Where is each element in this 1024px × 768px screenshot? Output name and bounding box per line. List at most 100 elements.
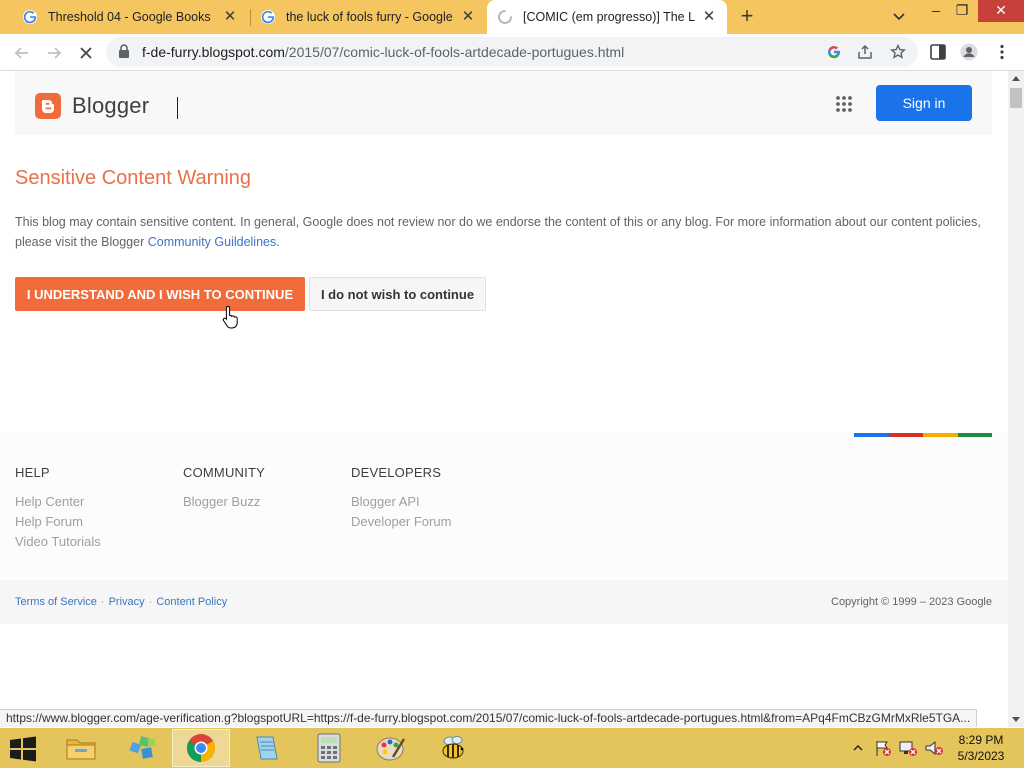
legal-links: Terms of Service · Privacy · Content Policy bbox=[15, 596, 227, 608]
bee-app-icon bbox=[442, 736, 464, 759]
browser-toolbar: f-de-furry.blogspot.com/2015/07/comic-lu… bbox=[0, 34, 1024, 71]
taskbar-calculator[interactable] bbox=[300, 729, 358, 767]
close-tab-icon[interactable]: ✕ bbox=[222, 9, 238, 25]
close-tab-icon[interactable]: ✕ bbox=[460, 9, 476, 25]
taskbar-file-explorer[interactable] bbox=[52, 729, 110, 767]
hand-pointer-cursor-icon bbox=[222, 305, 238, 329]
sign-in-button[interactable]: Sign in bbox=[876, 85, 972, 121]
content-policy-link[interactable]: Content Policy bbox=[156, 596, 227, 608]
google-icon bbox=[23, 10, 37, 24]
warning-title: Sensitive Content Warning bbox=[15, 167, 252, 189]
chrome-icon bbox=[187, 734, 215, 762]
system-tray bbox=[852, 728, 944, 768]
color-bar-green bbox=[957, 433, 992, 437]
profile-avatar-icon[interactable] bbox=[960, 43, 978, 61]
kebab-menu-icon[interactable] bbox=[993, 43, 1011, 61]
stop-loading-button[interactable] bbox=[75, 42, 97, 64]
url-path: /2015/07/comic-luck-of-fools-artdecade-p… bbox=[284, 44, 625, 60]
loading-spinner-icon bbox=[498, 10, 512, 24]
address-bar[interactable]: f-de-furry.blogspot.com/2015/07/comic-lu… bbox=[106, 37, 918, 67]
footer-column-help: HELP Help Center Help Forum Video Tutori… bbox=[15, 465, 101, 552]
share-icon[interactable] bbox=[857, 44, 873, 60]
action-center-flag-icon[interactable] bbox=[874, 739, 892, 757]
restore-icon[interactable]: ❐ bbox=[947, 0, 977, 22]
windows-taskbar: 8:29 PM 5/3/2023 bbox=[0, 728, 1024, 768]
warning-text: This blog may contain sensitive content.… bbox=[15, 212, 995, 252]
bookmark-star-icon[interactable] bbox=[890, 44, 906, 60]
taskbar-clock[interactable]: 8:29 PM 5/3/2023 bbox=[955, 732, 1007, 764]
clock-date: 5/3/2023 bbox=[957, 749, 1005, 763]
tab-threshold-books[interactable]: Threshold 04 - Google Books ✕ bbox=[12, 0, 248, 34]
blogger-wordmark[interactable]: Blogger bbox=[72, 93, 149, 119]
separator: · bbox=[148, 596, 153, 608]
google-icon bbox=[261, 10, 275, 24]
volume-muted-icon[interactable] bbox=[924, 739, 944, 757]
google-lens-icon[interactable] bbox=[826, 44, 842, 60]
arrow-left-icon bbox=[14, 47, 28, 59]
color-bar-blue bbox=[854, 433, 889, 437]
windows-start-icon[interactable] bbox=[8, 736, 38, 762]
taskbar-paint[interactable] bbox=[362, 729, 420, 767]
vertical-scrollbar[interactable] bbox=[1008, 71, 1024, 727]
footer: HELP Help Center Help Forum Video Tutori… bbox=[0, 433, 1008, 580]
decline-button[interactable]: I do not wish to continue bbox=[309, 277, 486, 311]
show-hidden-icons-chevron-icon[interactable] bbox=[852, 742, 864, 754]
community-guidelines-link[interactable]: Community Guildelines bbox=[148, 235, 277, 249]
color-bar-yellow bbox=[923, 433, 958, 437]
link-status-bar: https://www.blogger.com/age-verification… bbox=[0, 709, 978, 727]
video-tutorials-link[interactable]: Video Tutorials bbox=[15, 532, 101, 552]
copyright-text: Copyright © 1999 – 2023 Google bbox=[831, 596, 992, 608]
chevron-down-icon[interactable] bbox=[889, 8, 909, 26]
blogger-api-link[interactable]: Blogger API bbox=[351, 492, 451, 512]
close-window-icon[interactable]: ✕ bbox=[978, 0, 1024, 22]
separator: · bbox=[100, 596, 105, 608]
tab-title: Threshold 04 - Google Books bbox=[48, 10, 211, 24]
blogger-buzz-link[interactable]: Blogger Buzz bbox=[183, 492, 265, 512]
privacy-link[interactable]: Privacy bbox=[109, 596, 145, 608]
tab-strip: Threshold 04 - Google Books ✕ the luck o… bbox=[0, 0, 1024, 34]
taskbar-bee-app[interactable] bbox=[424, 729, 482, 767]
close-tab-icon[interactable]: ✕ bbox=[701, 9, 717, 25]
tab-title: [COMIC (em progresso)] The Luck bbox=[523, 10, 695, 24]
forward-button[interactable] bbox=[43, 42, 65, 64]
tab-title: the luck of fools furry - Google S bbox=[286, 10, 454, 24]
footer-heading: DEVELOPERS bbox=[351, 465, 442, 480]
google-color-bar bbox=[854, 433, 992, 437]
page-viewport: Blogger Sign in Sensitive Content Warnin… bbox=[0, 71, 1008, 727]
new-tab-button[interactable]: + bbox=[736, 5, 758, 28]
paint-icon bbox=[376, 737, 406, 761]
blogger-logo-icon[interactable] bbox=[35, 93, 61, 119]
help-center-link[interactable]: Help Center bbox=[15, 492, 101, 512]
footer-column-developers: DEVELOPERS Blogger API Developer Forum bbox=[351, 465, 451, 532]
scroll-down-arrow-icon[interactable] bbox=[1012, 717, 1020, 722]
blogger-header: Blogger Sign in bbox=[15, 71, 992, 135]
tab-luck-of-fools-search[interactable]: the luck of fools furry - Google S ✕ bbox=[250, 0, 486, 34]
help-forum-link[interactable]: Help Forum bbox=[15, 512, 101, 532]
taskbar-notepad[interactable] bbox=[237, 729, 295, 767]
footer-column-community: COMMUNITY Blogger Buzz bbox=[183, 465, 265, 512]
continue-button[interactable]: I UNDERSTAND AND I WISH TO CONTINUE bbox=[15, 277, 305, 311]
scrollbar-thumb[interactable] bbox=[1010, 88, 1022, 108]
footer-heading: COMMUNITY bbox=[183, 465, 265, 480]
url-text: f-de-furry.blogspot.com/2015/07/comic-lu… bbox=[142, 44, 624, 60]
google-apps-grid-icon[interactable] bbox=[835, 95, 853, 113]
side-panel-icon[interactable] bbox=[929, 43, 947, 61]
puzzle-app-icon bbox=[129, 736, 155, 759]
back-button[interactable] bbox=[11, 42, 33, 64]
notepad-icon bbox=[256, 736, 278, 760]
lock-icon[interactable] bbox=[118, 44, 130, 59]
text-cursor bbox=[177, 97, 178, 119]
taskbar-chrome[interactable] bbox=[172, 729, 230, 767]
taskbar-puzzle-app[interactable] bbox=[115, 729, 173, 767]
arrow-right-icon bbox=[48, 47, 62, 59]
tab-comic-active[interactable]: [COMIC (em progresso)] The Luck ✕ bbox=[487, 0, 727, 34]
scroll-up-arrow-icon[interactable] bbox=[1012, 76, 1020, 81]
url-host: f-de-furry.blogspot.com bbox=[142, 44, 285, 60]
legal-footer: Terms of Service · Privacy · Content Policy … bbox=[0, 580, 1008, 624]
developer-forum-link[interactable]: Developer Forum bbox=[351, 512, 451, 532]
color-bar-red bbox=[888, 433, 923, 437]
terms-of-service-link[interactable]: Terms of Service bbox=[15, 596, 97, 608]
footer-heading: HELP bbox=[15, 465, 50, 480]
network-icon[interactable] bbox=[898, 739, 918, 757]
calculator-icon bbox=[317, 733, 341, 763]
